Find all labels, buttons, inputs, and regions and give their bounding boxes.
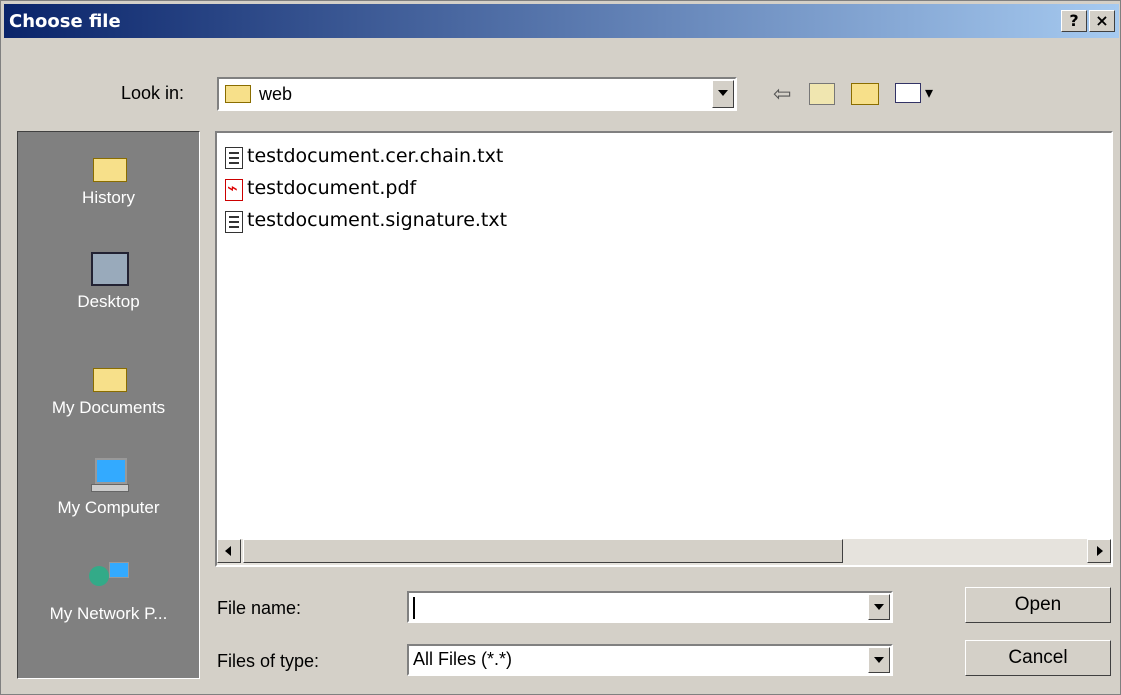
folder-icon xyxy=(225,85,251,103)
file-name-label: File name: xyxy=(217,598,302,618)
desktop-icon xyxy=(89,248,129,288)
network-places-icon xyxy=(88,560,129,600)
cancel-button[interactable]: Cancel xyxy=(965,640,1111,676)
look-in-value: web xyxy=(259,84,293,104)
close-button[interactable]: × xyxy=(1089,10,1115,32)
file-name-input[interactable] xyxy=(407,591,893,623)
computer-icon xyxy=(89,454,129,494)
history-folder-icon xyxy=(89,144,129,184)
place-my-computer[interactable]: My Computer xyxy=(18,454,199,518)
scroll-right-button[interactable] xyxy=(1087,539,1111,563)
file-list[interactable]: testdocument.cer.chain.txt testdocument.… xyxy=(215,131,1113,567)
place-label: Desktop xyxy=(77,292,140,311)
place-my-network[interactable]: My Network P... xyxy=(18,560,199,624)
place-label: My Computer xyxy=(57,498,160,517)
file-name: testdocument.pdf xyxy=(247,177,417,199)
documents-folder-icon xyxy=(89,354,129,394)
file-name: testdocument.cer.chain.txt xyxy=(247,145,504,167)
look-in-label: Look in: xyxy=(121,83,185,103)
help-button[interactable]: ? xyxy=(1061,10,1087,32)
scroll-left-button[interactable] xyxy=(217,539,241,563)
file-type-value: All Files (*.*) xyxy=(413,649,513,669)
horizontal-scrollbar[interactable] xyxy=(217,539,1111,565)
place-history[interactable]: History xyxy=(18,144,199,208)
place-my-documents[interactable]: My Documents xyxy=(18,354,199,418)
window-title: Choose file xyxy=(9,11,121,32)
look-in-dropdown-button[interactable] xyxy=(712,80,734,108)
file-name: testdocument.signature.txt xyxy=(247,209,508,231)
back-icon[interactable]: ⇦ xyxy=(773,81,791,107)
place-label: My Documents xyxy=(51,398,166,417)
place-label: History xyxy=(82,188,135,207)
scroll-thumb[interactable] xyxy=(243,539,843,563)
pdf-file-icon xyxy=(225,178,243,201)
place-label: My Network P... xyxy=(49,604,168,623)
text-caret xyxy=(413,597,415,619)
text-file-icon xyxy=(225,211,243,233)
file-type-dropdown-button[interactable] xyxy=(868,647,890,673)
places-bar: History Desktop My Documents My Computer… xyxy=(17,131,200,679)
up-folder-icon[interactable] xyxy=(809,83,835,105)
file-name-dropdown-button[interactable] xyxy=(868,594,890,620)
view-menu-icon[interactable]: ▾ xyxy=(895,83,935,105)
text-file-icon xyxy=(225,147,243,169)
look-in-combo[interactable]: web xyxy=(217,77,737,111)
choose-file-dialog: Choose file ? × Look in: web ⇦ ▾ History… xyxy=(0,0,1121,695)
file-type-combo[interactable]: All Files (*.*) xyxy=(407,644,893,676)
open-button[interactable]: Open xyxy=(965,587,1111,623)
file-type-label: Files of type: xyxy=(217,651,320,671)
new-folder-icon[interactable] xyxy=(851,83,879,105)
title-bar[interactable]: Choose file ? × xyxy=(4,4,1119,38)
place-desktop[interactable]: Desktop xyxy=(18,248,199,312)
